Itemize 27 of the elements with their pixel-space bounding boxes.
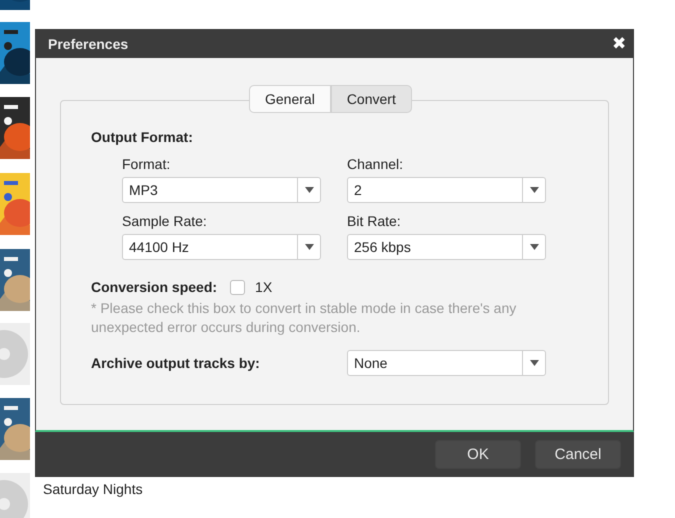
field-label: Format: <box>122 156 172 172</box>
caret-icon <box>530 244 538 250</box>
section-title: Output Format: <box>91 129 194 145</box>
dropdown[interactable]: MP3 <box>122 177 321 203</box>
ok-button[interactable]: OK <box>435 440 521 469</box>
window-title: Preferences <box>48 36 128 52</box>
field-label: Channel: <box>347 156 404 172</box>
dropdown[interactable]: None <box>347 350 546 376</box>
tab[interactable]: Convert <box>330 85 412 113</box>
field-label: Bit Rate: <box>347 213 402 229</box>
dropdown[interactable]: 44100 Hz <box>122 234 321 260</box>
archive-label: Archive output tracks by: <box>91 355 261 371</box>
close-button[interactable]: ✖ <box>612 35 626 52</box>
cancel-button[interactable]: Cancel <box>535 440 621 469</box>
checkbox-label: 1X <box>255 279 272 295</box>
dropdown[interactable]: 2 <box>347 177 546 203</box>
dropdown[interactable]: 256 kbps <box>347 234 546 260</box>
tab[interactable]: General <box>249 85 331 113</box>
caret-icon <box>530 187 538 193</box>
caret-icon <box>530 360 538 366</box>
caret-icon <box>304 187 314 193</box>
speed-label: Conversion speed: <box>91 279 218 295</box>
track-title: Saturday Nights <box>43 481 143 497</box>
field-label: Sample Rate: <box>122 213 208 229</box>
help-note: * Please check this box to convert in stable mode in case there's any unexpected error occurs during conversion. <box>91 299 518 337</box>
caret-icon <box>304 244 314 250</box>
checkbox[interactable] <box>230 280 246 294</box>
